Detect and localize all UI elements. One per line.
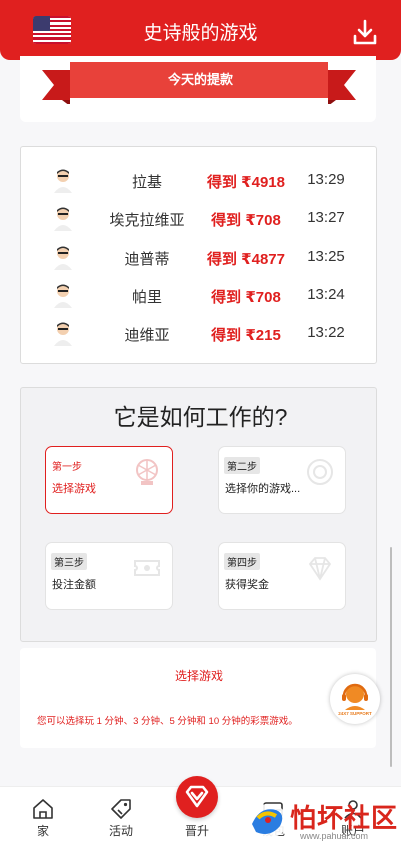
list-item: 拉基 得到 ₹4918 13:29: [21, 161, 378, 199]
info-description: 您可以选择玩 1 分钟、3 分钟、5 分钟和 10 分钟的彩票游戏。: [37, 716, 298, 727]
support-button[interactable]: 24X7 SUPPORT: [330, 674, 380, 724]
watermark-text: 怕坏社区: [290, 804, 399, 834]
list-item: 帕里 得到 ₹708 13:24: [21, 276, 378, 314]
avatar: [54, 284, 72, 308]
headset-icon: [342, 683, 368, 710]
nav-promote-label: 晋升: [184, 824, 209, 838]
nav-home[interactable]: 家: [8, 787, 78, 844]
step-card-1[interactable]: 第一步 选择游戏: [45, 446, 173, 514]
diamond-icon: [308, 557, 332, 581]
withdrawal-time: 13:27: [307, 209, 345, 226]
list-item: 迪维亚 得到 ₹215 13:22: [21, 314, 378, 352]
banner-label: 今天的提款: [167, 72, 233, 87]
nav-activity-label: 活动: [108, 824, 133, 838]
nav-activity[interactable]: 活动: [86, 787, 156, 844]
step-tag: 第一步: [52, 462, 82, 473]
support-label: 24X7 SUPPORT: [338, 711, 372, 716]
page-title: 史诗般的游戏: [143, 23, 258, 44]
step-tag: 第三步: [51, 553, 87, 570]
withdrawal-amount: 得到 ₹215: [211, 327, 281, 344]
app-header: 史诗般的游戏: [0, 0, 401, 60]
nav-home-label: 家: [36, 824, 49, 838]
withdrawal-list: 拉基 得到 ₹4918 13:29 埃克拉维亚 得到 ₹708 13:27 迪普…: [20, 146, 377, 364]
wallet-icon: [263, 802, 283, 818]
list-item: 埃克拉维亚 得到 ₹708 13:27: [21, 199, 378, 237]
home-icon: [33, 799, 53, 819]
step-card-3[interactable]: 第三步 投注金额: [45, 542, 173, 610]
game-info-card: [20, 648, 376, 748]
withdrawal-amount: 得到 ₹4918: [207, 174, 285, 191]
step-text: 选择游戏: [52, 483, 96, 495]
withdrawal-time: 13:24: [307, 286, 345, 303]
promote-button[interactable]: [176, 776, 218, 818]
step-text: 选择你的游戏...: [225, 483, 301, 495]
step-text: 获得奖金: [225, 579, 269, 591]
diamond-icon: [185, 785, 209, 808]
step-card-4[interactable]: 第四步 获得奖金: [218, 542, 346, 610]
withdrawal-time: 13:22: [307, 324, 345, 341]
chip-icon: [307, 459, 333, 485]
avatar: [54, 246, 72, 270]
step-card-2[interactable]: 第二步 选择你的游戏...: [218, 446, 346, 514]
step-tag: 第四步: [224, 553, 260, 570]
step-text: 投注金额: [52, 579, 96, 591]
scrollbar-thumb[interactable]: [390, 547, 392, 767]
ticket-icon: [134, 560, 160, 576]
step-tag: 第二步: [224, 457, 260, 474]
roulette-icon: [136, 459, 158, 485]
list-item: 迪普蒂 得到 ₹4877 13:25: [21, 238, 378, 276]
how-it-works-title: 它是如何工作的?: [113, 404, 288, 430]
withdrawal-time: 13:29: [307, 171, 345, 188]
withdrawal-time: 13:25: [307, 248, 345, 265]
avatar: [54, 207, 72, 231]
download-icon[interactable]: [351, 18, 379, 46]
withdrawal-amount: 得到 ₹708: [211, 212, 281, 229]
tag-icon: [111, 799, 131, 819]
withdrawal-amount: 得到 ₹4877: [207, 251, 285, 268]
withdrawal-amount: 得到 ₹708: [211, 289, 281, 306]
avatar: [54, 169, 72, 193]
watermark-url: www.pahuai.com: [300, 831, 369, 841]
avatar: [54, 322, 72, 346]
